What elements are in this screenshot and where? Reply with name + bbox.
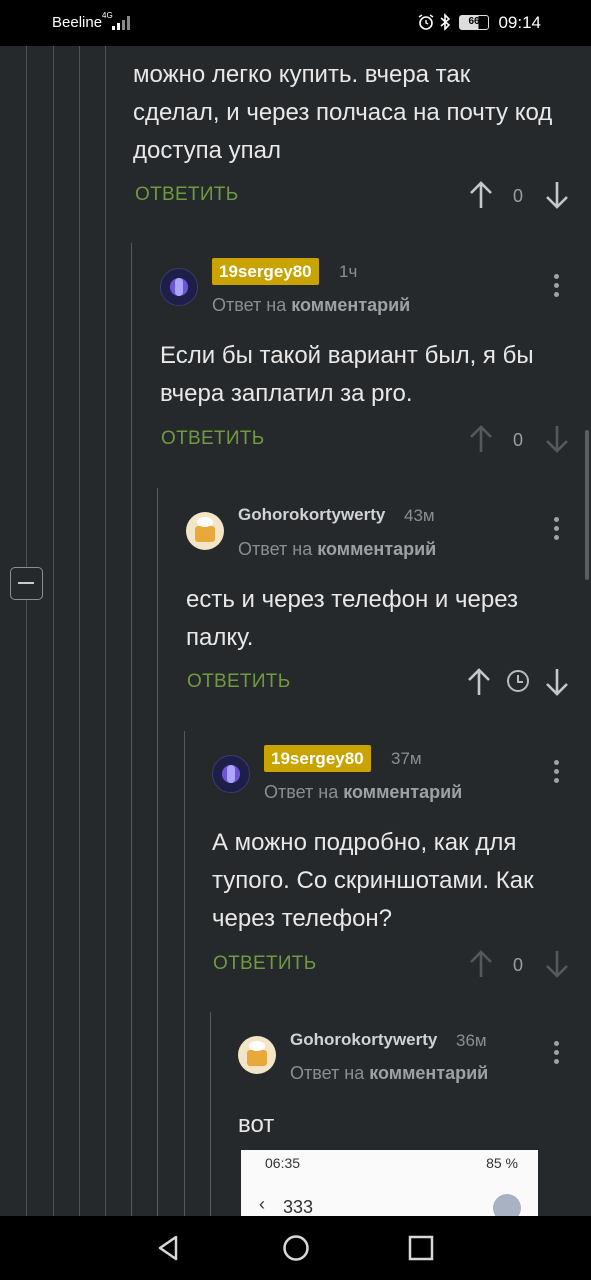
- more-options-icon[interactable]: [553, 1041, 559, 1067]
- downvote-icon[interactable]: [544, 424, 570, 454]
- reply-to-prefix: Ответ на: [212, 295, 287, 315]
- status-time: 09:14: [498, 13, 541, 32]
- embed-battery: 85 %: [486, 1155, 518, 1171]
- thread-rail: [26, 46, 27, 1216]
- more-options-icon[interactable]: [553, 517, 559, 543]
- thread-rail: [105, 46, 106, 1216]
- timestamp: 43м: [404, 506, 435, 525]
- navigation-bar: [0, 1216, 591, 1280]
- reply-to: Ответ на комментарий: [212, 295, 410, 316]
- timestamp: 36м: [456, 1031, 487, 1050]
- thread-rail: [184, 731, 185, 1216]
- reply-button[interactable]: ОТВЕТИТЬ: [213, 953, 316, 975]
- clock-icon: [507, 670, 529, 692]
- reply-to-link[interactable]: комментарий: [317, 539, 436, 559]
- score: 0: [512, 955, 523, 975]
- bluetooth-icon: [440, 13, 451, 31]
- more-options-icon[interactable]: [553, 274, 559, 300]
- back-nav-icon[interactable]: [154, 1233, 184, 1263]
- embed-time: 06:35: [265, 1155, 301, 1171]
- avatar[interactable]: [186, 512, 224, 550]
- status-bar: Beeline 4G 66 09:14: [0, 0, 591, 46]
- recents-nav-icon[interactable]: [406, 1233, 436, 1263]
- reply-to: Ответ на комментарий: [290, 1063, 488, 1084]
- more-options-icon[interactable]: [553, 760, 559, 786]
- avatar[interactable]: [160, 268, 198, 306]
- username[interactable]: Gohorokortywerty: [290, 1030, 437, 1050]
- username[interactable]: 19sergey80: [212, 258, 319, 285]
- username[interactable]: 19sergey80: [264, 745, 371, 772]
- collapse-thread-button[interactable]: [10, 567, 43, 600]
- reply-button[interactable]: ОТВЕТИТЬ: [187, 671, 290, 693]
- upvote-icon[interactable]: [466, 667, 492, 697]
- avatar[interactable]: [212, 755, 250, 793]
- reply-button[interactable]: ОТВЕТИТЬ: [135, 184, 238, 206]
- username[interactable]: Gohorokortywerty: [238, 505, 385, 525]
- comment-text: вот: [238, 1111, 275, 1138]
- thread-rail: [79, 46, 80, 1216]
- downvote-icon[interactable]: [544, 180, 570, 210]
- battery-icon: 66: [459, 15, 489, 30]
- reply-to-prefix: Ответ на: [264, 782, 339, 802]
- comment-text: А можно подробно, как для тупого. Со скр…: [212, 829, 534, 932]
- thread-rail: [210, 1012, 211, 1216]
- timestamp: 1ч: [339, 262, 358, 281]
- thread-rail: [131, 243, 132, 1216]
- reply-to: Ответ на комментарий: [264, 782, 462, 803]
- downvote-icon[interactable]: [544, 667, 570, 697]
- signal-icon: [112, 16, 130, 30]
- alarm-icon: [418, 14, 434, 30]
- thread-rail: [157, 488, 158, 1216]
- reply-to-link[interactable]: комментарий: [369, 1063, 488, 1083]
- reply-to-link[interactable]: комментарий: [291, 295, 410, 315]
- upvote-icon[interactable]: [468, 180, 494, 210]
- downvote-icon[interactable]: [544, 949, 570, 979]
- reply-to-link[interactable]: комментарий: [343, 782, 462, 802]
- upvote-icon[interactable]: [468, 424, 494, 454]
- comment-text: можно легко купить. вчера так сделал, и …: [133, 61, 553, 164]
- back-arrow-icon: ‹: [259, 1194, 265, 1214]
- comment-text: Если бы такой вариант был, я бы вчера за…: [160, 342, 534, 407]
- comment-text: есть и через телефон и через палку.: [186, 586, 519, 651]
- score: 0: [512, 186, 523, 206]
- reply-button[interactable]: ОТВЕТИТЬ: [161, 428, 264, 450]
- embed-title: 333: [283, 1197, 314, 1217]
- scrollbar[interactable]: [585, 430, 589, 580]
- reply-to-prefix: Ответ на: [290, 1063, 365, 1083]
- avatar[interactable]: [238, 1036, 276, 1074]
- home-nav-icon[interactable]: [281, 1233, 311, 1263]
- attached-screenshot[interactable]: 06:35 85 % ‹ 333: [241, 1150, 538, 1220]
- thread-rail: [53, 46, 54, 1216]
- reply-to-prefix: Ответ на: [238, 539, 313, 559]
- reply-to: Ответ на комментарий: [238, 539, 436, 560]
- timestamp: 37м: [391, 749, 422, 768]
- score: 0: [512, 430, 523, 450]
- carrier-name: Beeline: [52, 14, 103, 31]
- upvote-icon[interactable]: [468, 949, 494, 979]
